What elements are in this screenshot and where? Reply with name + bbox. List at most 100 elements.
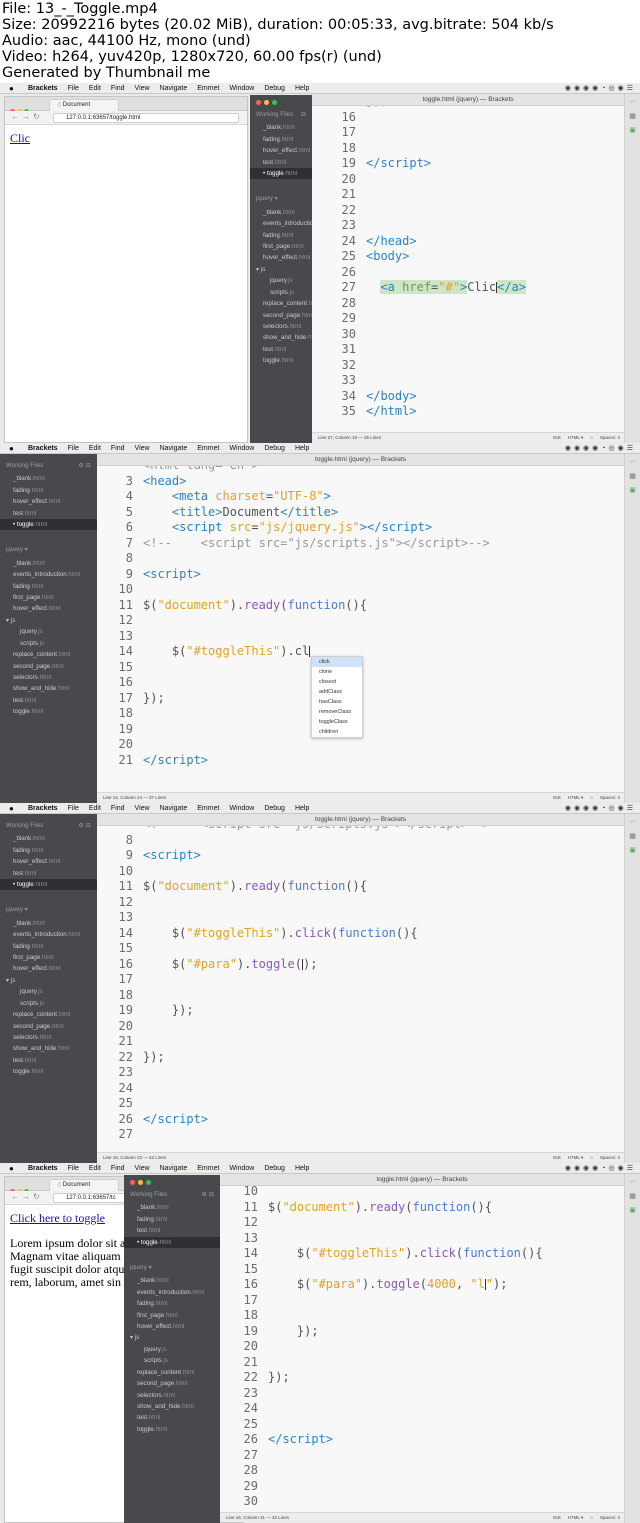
gift-icon[interactable]: ▣ [625,1204,640,1218]
file-item[interactable]: fading.html [250,134,312,145]
file-item[interactable]: show_and_hide.html [250,332,312,343]
autocomplete-item[interactable]: clone [312,667,362,677]
menu-item-file[interactable]: File [68,85,79,92]
menu-item-view[interactable]: View [135,805,150,812]
menu-item-file[interactable]: File [68,1165,79,1172]
apple-icon[interactable]: ● [9,1163,14,1174]
menu-item-debug[interactable]: Debug [264,1165,285,1172]
file-item[interactable]: replace_content.html [0,1009,97,1020]
menu-item-window[interactable]: Window [229,805,254,812]
split-view-icon[interactable]: ⚙ ⊟ [79,460,91,471]
language-selector[interactable]: HTML ▾ [568,1515,584,1520]
autocomplete-item[interactable]: hasClass [312,697,362,707]
file-item[interactable]: ▾ js [124,1332,220,1343]
menu-app-name[interactable]: Brackets [28,85,58,92]
menu-item-view[interactable]: View [135,85,150,92]
file-item[interactable]: hover_effect.html [250,252,312,263]
reload-icon[interactable]: ↻ [33,1192,40,1201]
toggle-link[interactable]: Click here to toggle [10,1211,105,1225]
code-editor[interactable]: });16171819</script>2021222324</head>25<… [312,106,624,432]
file-item[interactable]: second_page.html [124,1378,220,1389]
lightning-icon[interactable]: 〰 [625,1176,640,1190]
file-item[interactable]: hover_effect.html [0,603,97,614]
file-item[interactable]: fading.html [0,845,97,856]
menu-item-emmet[interactable]: Emmet [197,1165,219,1172]
extension-manager-icon[interactable]: ▦ [625,110,640,124]
reload-icon[interactable]: ↻ [33,112,40,121]
file-item[interactable]: show_and_hide.html [124,1401,220,1412]
file-item[interactable]: show_and_hide.html [0,1043,97,1054]
file-item[interactable]: scripts.js [0,998,97,1009]
menu-item-debug[interactable]: Debug [264,445,285,452]
file-item[interactable]: _blank.html [250,207,312,218]
file-item[interactable]: toggle.html [0,1066,97,1077]
file-item[interactable]: first_page.html [0,592,97,603]
menu-item-file[interactable]: File [68,805,79,812]
indent-setting[interactable]: Spaces: 4 [600,1515,620,1520]
file-item[interactable]: fading.html [0,485,97,496]
file-item[interactable]: hover_effect.html [124,1321,220,1332]
file-item[interactable]: test.html [0,508,97,519]
file-item[interactable]: toggle.html [0,706,97,717]
menu-item-view[interactable]: View [135,445,150,452]
autocomplete-list[interactable]: click clone closest addClass hasClass removeC… [311,656,363,738]
file-item[interactable]: _blank.html [124,1275,220,1286]
file-item[interactable]: first_page.html [0,952,97,963]
indent-setting[interactable]: Spaces: 4 [600,435,620,440]
file-item[interactable]: test.html [250,157,312,168]
back-icon[interactable]: ← [11,112,19,121]
language-selector[interactable]: HTML ▾ [568,795,584,800]
lightning-icon[interactable]: 〰 [625,816,640,830]
file-item[interactable]: fading.html [0,941,97,952]
file-item[interactable]: second_page.html [250,310,312,321]
split-view-icon[interactable]: ⊟ [301,109,306,120]
file-item[interactable]: jquery.js [0,986,97,997]
linter-indicator[interactable]: ○ [590,1155,593,1160]
menu-item-edit[interactable]: Edit [89,85,101,92]
file-item[interactable]: events_introduction.html [0,929,97,940]
menu-item-help[interactable]: Help [295,805,309,812]
menu-item-window[interactable]: Window [229,445,254,452]
file-item[interactable]: test.html [124,1412,220,1423]
file-item[interactable]: fading.html [250,230,312,241]
address-bar[interactable]: 127.0.0.1:63657/toggle.html [53,113,239,123]
ins-mode[interactable]: INS [553,1155,561,1160]
menu-item-window[interactable]: Window [229,85,254,92]
menu-item-navigate[interactable]: Navigate [160,805,188,812]
file-item[interactable]: ▾ js [0,615,97,626]
file-item[interactable]: _blank.html [0,558,97,569]
toggle-link[interactable]: Clic [10,131,30,145]
menu-item-debug[interactable]: Debug [264,805,285,812]
autocomplete-item[interactable]: toggleClass [312,717,362,727]
file-item[interactable]: test.html [0,695,97,706]
file-item[interactable]: hover_effect.html [0,856,97,867]
file-item[interactable]: scripts.js [250,287,312,298]
gift-icon[interactable]: ▣ [625,124,640,138]
menu-item-debug[interactable]: Debug [264,85,285,92]
menu-item-navigate[interactable]: Navigate [160,1165,188,1172]
minimize-icon[interactable] [264,100,269,105]
browser-tab[interactable]: ▯ Document [49,1179,119,1191]
file-item[interactable]: hover_effect.html [250,145,312,156]
file-item[interactable]: jquery.js [124,1344,220,1355]
menu-item-emmet[interactable]: Emmet [197,805,219,812]
extension-manager-icon[interactable]: ▦ [625,470,640,484]
menu-item-find[interactable]: Find [111,805,125,812]
ins-mode[interactable]: INS [553,795,561,800]
menu-item-file[interactable]: File [68,445,79,452]
file-item[interactable]: events_introduction.html [250,218,312,229]
menu-item-help[interactable]: Help [295,1165,309,1172]
file-item[interactable]: selectors.html [250,321,312,332]
file-item[interactable]: _blank.html [0,473,97,484]
file-item[interactable]: _blank.html [124,1202,220,1213]
apple-icon[interactable]: ● [9,83,14,94]
menu-item-emmet[interactable]: Emmet [197,85,219,92]
file-item[interactable]: • toggle.html [0,879,97,891]
file-item[interactable]: jquery.js [250,275,312,286]
menu-item-edit[interactable]: Edit [89,445,101,452]
file-item[interactable]: replace_content.html [124,1367,220,1378]
file-item[interactable]: replace_content.html [250,298,312,309]
gift-icon[interactable]: ▣ [625,844,640,858]
file-item[interactable]: selectors.html [0,672,97,683]
file-item[interactable]: • toggle.html [124,1236,220,1249]
